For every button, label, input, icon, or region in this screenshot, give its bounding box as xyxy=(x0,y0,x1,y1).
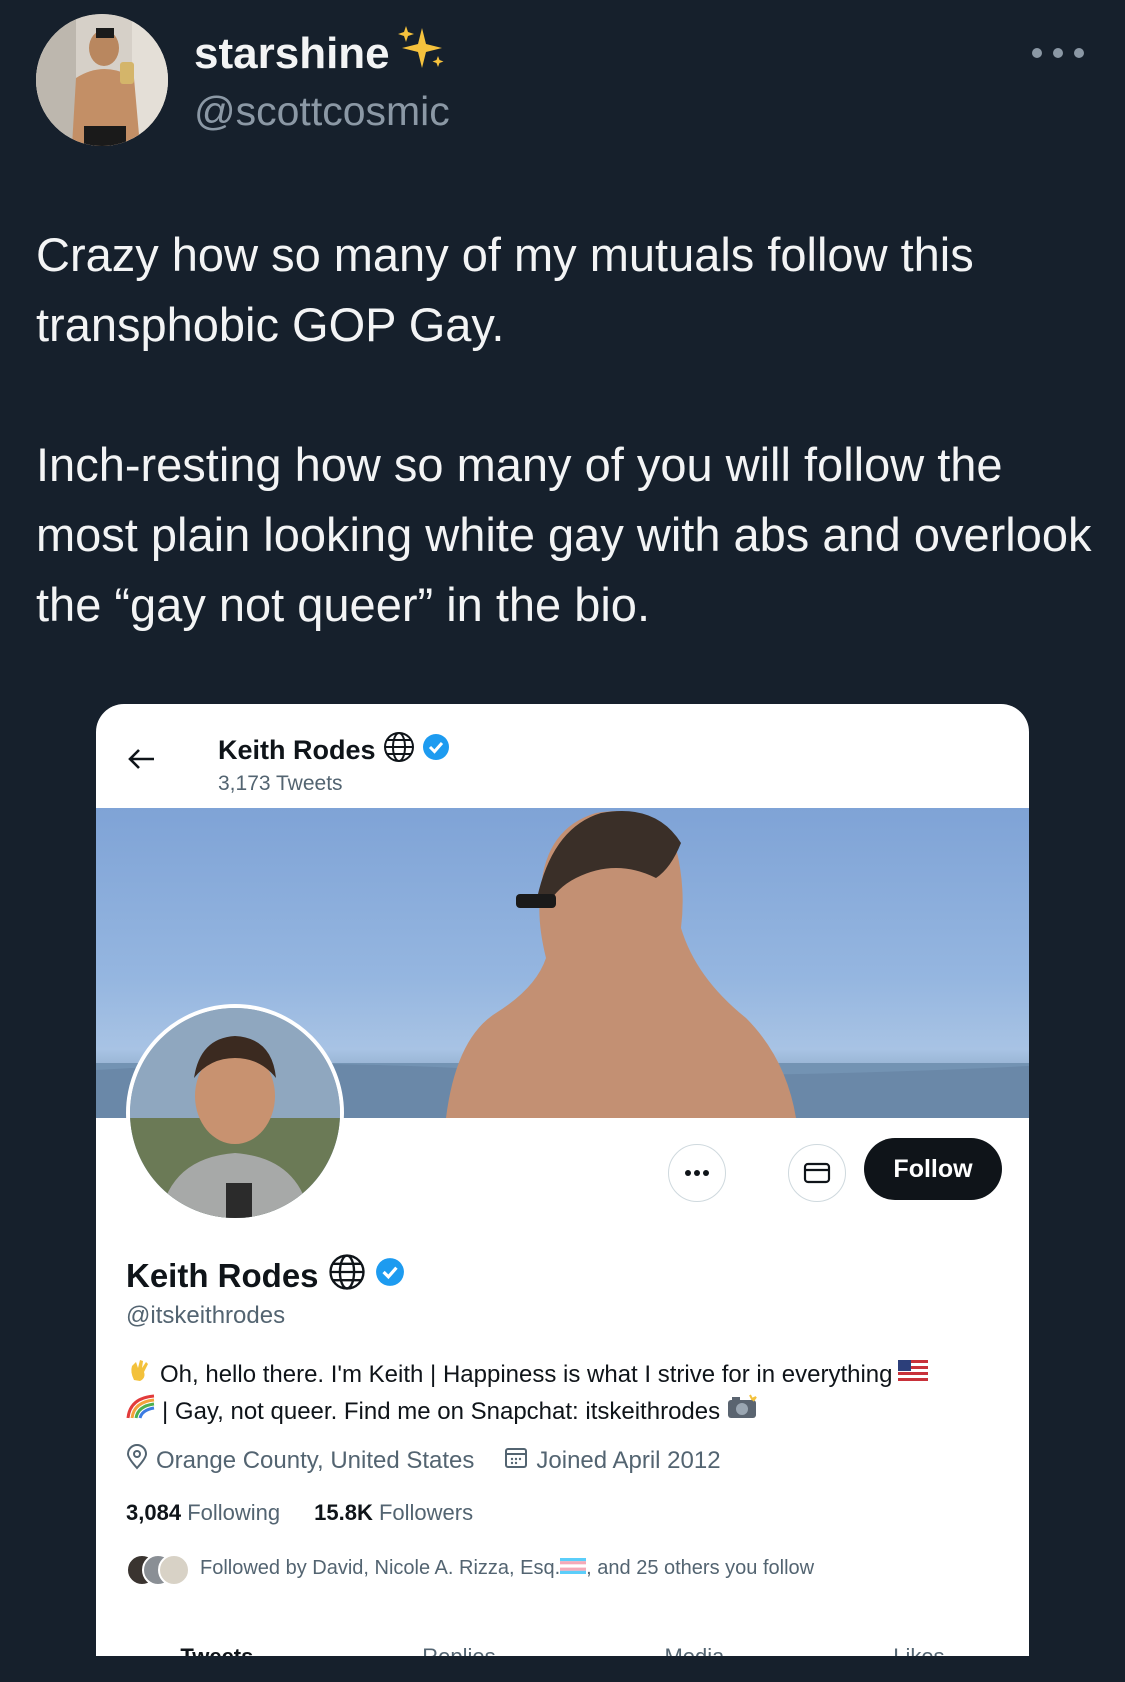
profile-screenshot-card[interactable]: Keith Rodes 3,173 Tweets Follow Keith Ro… xyxy=(96,704,1029,1664)
follow-button[interactable]: Follow xyxy=(864,1138,1002,1200)
envelope-icon xyxy=(803,1162,831,1184)
verified-badge-icon xyxy=(422,733,450,768)
profile-tweet-count: 3,173 Tweets xyxy=(218,772,343,795)
sparkles-icon xyxy=(396,24,446,84)
tweet-header: starshine @scottcosmic xyxy=(36,14,1096,146)
tweet-text: Crazy how so many of my mutuals follow t… xyxy=(36,220,1096,640)
bio-line1-text: Oh, hello there. I'm Keith | Happiness i… xyxy=(160,1361,893,1388)
profile-name-text: Keith Rodes xyxy=(126,1257,319,1294)
us-flag-icon xyxy=(898,1358,929,1392)
tweet-paragraph: Crazy how so many of my mutuals follow t… xyxy=(36,228,974,351)
profile-top-name: Keith Rodes xyxy=(218,730,450,771)
author-name-text: starshine xyxy=(194,29,390,78)
profile-meta: Orange County, United States Joined Apri… xyxy=(126,1444,721,1477)
bio-line: Oh, hello there. I'm Keith | Happiness i… xyxy=(126,1356,1006,1394)
author-name-block: starshine @scottcosmic xyxy=(194,24,450,136)
profile-joined: Joined April 2012 xyxy=(536,1446,721,1474)
calendar-icon xyxy=(504,1445,528,1476)
mutual-avatars xyxy=(126,1552,190,1586)
message-button[interactable] xyxy=(788,1144,846,1202)
following-label: Following xyxy=(187,1500,281,1525)
tweet-paragraph: Inch-resting how so many of you will fol… xyxy=(36,438,1092,631)
followers-label: Followers xyxy=(378,1500,474,1525)
followers-stat[interactable]: 15.8K Followers xyxy=(314,1500,473,1526)
profile-avatar[interactable] xyxy=(126,1004,344,1222)
globe-icon xyxy=(327,1252,367,1300)
globe-icon xyxy=(382,730,416,771)
profile-top-name-text: Keith Rodes xyxy=(218,735,376,765)
author-handle[interactable]: @scottcosmic xyxy=(194,86,450,136)
camera-flash-icon xyxy=(726,1394,758,1430)
rainbow-icon xyxy=(126,1394,156,1430)
bio-line: | Gay, not queer. Find me on Snapchat: i… xyxy=(126,1394,1006,1430)
profile-topbar: Keith Rodes 3,173 Tweets xyxy=(96,704,1029,808)
profile-handle: @itskeithrodes xyxy=(126,1302,286,1329)
profile-bio: Oh, hello there. I'm Keith | Happiness i… xyxy=(126,1356,1006,1430)
profile-location: Orange County, United States xyxy=(156,1446,475,1474)
following-count: 3,084 xyxy=(126,1500,182,1525)
followers-count: 15.8K xyxy=(314,1500,373,1525)
bio-line2-text: | Gay, not queer. Find me on Snapchat: i… xyxy=(162,1398,721,1425)
followed-by-text: Followed by David, Nicole A. Rizza, Esq. xyxy=(200,1556,561,1579)
following-stat[interactable]: 3,084 Following xyxy=(126,1500,280,1526)
more-actions-button[interactable] xyxy=(668,1144,726,1202)
verified-badge-icon xyxy=(375,1257,405,1295)
location-pin-icon xyxy=(126,1444,148,1477)
followed-by[interactable]: Followed by David, Nicole A. Rizza, Esq.… xyxy=(126,1552,815,1586)
trans-flag-icon xyxy=(560,1557,587,1579)
author-display-name[interactable]: starshine xyxy=(194,24,450,84)
profile-stats: 3,084 Following 15.8K Followers xyxy=(126,1500,473,1526)
more-options-icon[interactable] xyxy=(1020,40,1096,64)
back-arrow-icon[interactable] xyxy=(126,744,156,780)
profile-name: Keith Rodes xyxy=(126,1252,405,1300)
author-avatar[interactable] xyxy=(36,14,168,146)
bottom-edge xyxy=(0,1656,1125,1682)
followed-by-text-end: , and 25 others you follow xyxy=(586,1556,815,1579)
ellipsis-icon xyxy=(685,1170,709,1176)
waving-hand-icon xyxy=(126,1356,154,1394)
